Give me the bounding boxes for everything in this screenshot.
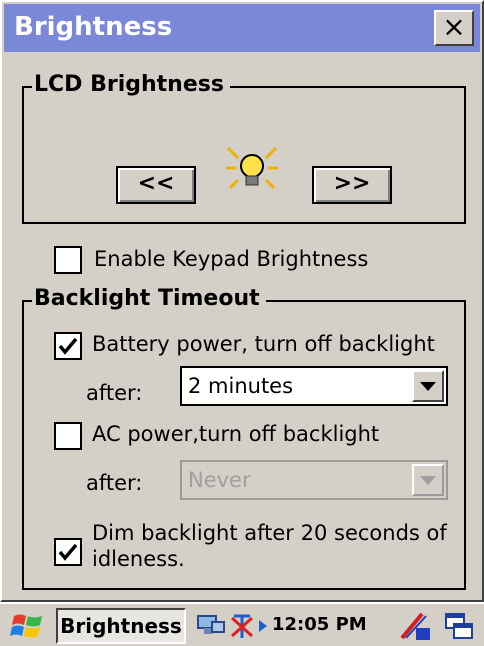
- keypad-brightness-checkbox[interactable]: [54, 246, 82, 274]
- battery-timeout-select[interactable]: 2 minutes: [180, 366, 448, 406]
- ac-timeout-select: Never: [180, 460, 448, 500]
- battery-after-label: after:: [86, 381, 143, 405]
- network-icon[interactable]: [194, 612, 226, 640]
- dim-backlight-label-line2: idleness.: [92, 547, 185, 571]
- keypad-brightness-label: Enable Keypad Brightness: [94, 247, 369, 271]
- checkmark-icon: [58, 543, 78, 561]
- ac-backlight-checkbox[interactable]: [54, 422, 82, 450]
- ac-backlight-label: AC power,turn off backlight: [92, 422, 380, 446]
- backlight-timeout-group: Backlight Timeout Battery power, turn of…: [22, 284, 466, 590]
- title-bar: Brightness ×: [4, 4, 480, 52]
- battery-backlight-checkbox[interactable]: [54, 332, 82, 360]
- lcd-brightness-group: LCD Brightness << >>: [22, 70, 466, 224]
- lcd-brightness-label: LCD Brightness: [32, 70, 230, 100]
- start-windows-icon[interactable]: [8, 610, 48, 642]
- decrease-brightness-button[interactable]: <<: [116, 166, 196, 204]
- backlight-timeout-label: Backlight Timeout: [32, 284, 266, 314]
- ac-after-label: after:: [86, 471, 143, 495]
- antenna-off-icon[interactable]: [228, 610, 256, 640]
- checkmark-icon: [58, 337, 78, 355]
- close-button[interactable]: ×: [434, 10, 474, 46]
- ac-timeout-value: Never: [188, 468, 251, 492]
- taskbar-brightness-button[interactable]: Brightness: [56, 608, 186, 644]
- dropdown-arrow-icon[interactable]: [412, 370, 444, 402]
- taskbar: Brightness 12:05 PM: [0, 602, 484, 646]
- switch-window-icon[interactable]: [442, 610, 476, 642]
- brightness-window: Brightness × LCD Brightness << >> Enable…: [0, 0, 484, 602]
- increase-brightness-button[interactable]: >>: [312, 166, 392, 204]
- dim-backlight-checkbox[interactable]: [54, 538, 82, 566]
- dropdown-arrow-icon: [412, 464, 444, 496]
- battery-backlight-label: Battery power, turn off backlight: [92, 332, 435, 356]
- brightness-bulb-icon: [222, 140, 282, 200]
- clock[interactable]: 12:05 PM: [272, 612, 367, 638]
- play-arrow-icon: [258, 618, 268, 632]
- window-title: Brightness: [14, 12, 173, 42]
- input-panel-icon[interactable]: [398, 610, 432, 642]
- battery-timeout-value: 2 minutes: [188, 374, 294, 398]
